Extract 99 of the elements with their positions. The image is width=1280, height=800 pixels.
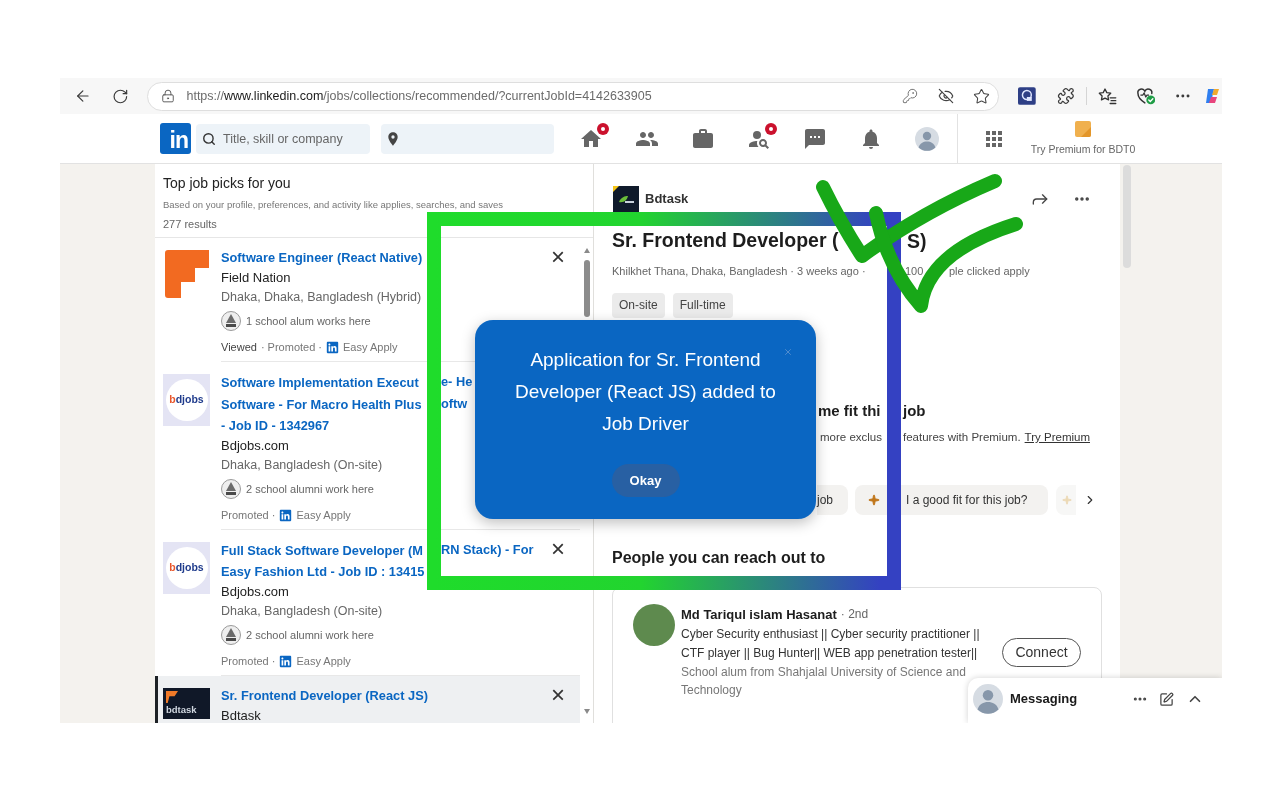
school-logo-icon	[221, 625, 241, 645]
suggestion-chip[interactable]: job	[817, 485, 848, 516]
section-heading: job	[903, 401, 926, 421]
scrollbar-thumb[interactable]	[583, 260, 590, 317]
job-title-link[interactable]: e- He	[441, 372, 473, 392]
job-title-link[interactable]: oftw	[441, 394, 468, 414]
section-heading: People you can reach out to	[612, 549, 827, 568]
viewed-label: Viewed	[221, 339, 257, 355]
premium-text: more exclus	[820, 431, 882, 443]
address-bar[interactable]: https://www.linkedin.com/jobs/collections/recommended/?currentJobId=4142633905	[147, 81, 1000, 111]
job-title: Sr. Frontend Developer (	[612, 228, 839, 251]
job-title-link[interactable]: Software Engineer (React Native)	[221, 248, 423, 268]
sparkle-icon	[1062, 495, 1072, 506]
scroll-up-icon[interactable]	[583, 248, 590, 253]
key-icon[interactable]	[902, 88, 919, 104]
school-logo-icon	[221, 479, 241, 499]
suggestion-chip[interactable]: I a good fit for this job?	[855, 485, 1048, 516]
briefcase-icon[interactable]	[691, 126, 715, 151]
list-subtitle: Based on your profile, preferences, and activity like applies, searches, and saves	[163, 198, 505, 212]
messaging-label[interactable]: Messaging	[1010, 689, 1078, 709]
sparkle-icon	[868, 494, 880, 507]
job-meta-text: ple clicked apply	[949, 264, 1030, 279]
close-x[interactable]: ×	[548, 685, 568, 705]
job-title-link[interactable]: - Job ID - 1342967	[221, 416, 330, 436]
results-count: 277 results	[163, 217, 218, 231]
location-field[interactable]	[381, 123, 554, 154]
premium-link[interactable]: Try Premium for BDT0	[1028, 121, 1138, 156]
job-location: Dhaka, Bangladesh (On-site)	[221, 457, 384, 474]
alumni-text: 1 school alum works here	[246, 313, 371, 329]
search-icon	[202, 131, 216, 146]
job-title-link[interactable]: RN Stack) - For	[441, 540, 534, 560]
company-name: Bdjobs.com	[221, 438, 290, 454]
person-headline: Cyber Security enthusiast || Cyber security practitioner || CTF player || Bug Hunter|| WEB app penetration tester||	[681, 626, 981, 663]
list-heading: Top job picks for you	[163, 174, 292, 193]
job-location: Dhaka, Bangladesh (On-site)	[221, 603, 384, 620]
reload-icon[interactable]	[111, 87, 129, 105]
easy-apply-label: Easy Apply	[296, 507, 351, 523]
colorful-app-icon[interactable]	[1204, 87, 1222, 105]
in-logo-icon	[279, 654, 293, 668]
job-title-link[interactable]: Software - For Macro Health Plus	[221, 397, 422, 412]
job-title: S)	[907, 230, 927, 252]
location-pin-icon	[385, 130, 401, 147]
search-field[interactable]: Title, skill or company	[196, 123, 370, 154]
section-heading: me fit thi	[818, 402, 881, 419]
dialog-message: Application for Sr. Frontend Developer (React JS) added to Job Driver	[514, 348, 777, 436]
job-title-link[interactable]: Sr. Frontend Developer (React JS)	[221, 686, 428, 706]
company-logo-icon	[165, 250, 209, 298]
try-premium-link[interactable]: Try Premium	[1024, 429, 1090, 447]
school-logo-icon	[221, 311, 241, 331]
scrollbar-thumb[interactable]	[1123, 165, 1131, 268]
company-name: Bdtask	[221, 708, 262, 723]
promoted-label: · Promoted ·	[260, 339, 323, 355]
close-x[interactable]: ×	[548, 539, 568, 559]
company-logo: bdjobs	[163, 374, 210, 426]
heart-check-icon[interactable]	[1135, 87, 1156, 105]
alumni-text: 2 school alumni work here	[246, 481, 374, 497]
person-school: School alum from Shahjalal University of Science and Technology	[681, 664, 967, 700]
job-title-link[interactable]: Software Implementation Execut	[221, 375, 419, 390]
company-logo: bdjobs	[163, 542, 210, 594]
promoted-label: Promoted ·	[221, 507, 276, 523]
close-x[interactable]: ×	[548, 247, 568, 267]
company-logo: bdtask	[163, 688, 210, 719]
company-name: Field Nation	[221, 270, 292, 286]
chat-bubble-icon[interactable]	[803, 126, 827, 151]
job-location: Dhaka, Dhaka, Bangladesh (Hybrid)	[221, 289, 423, 306]
company-name: Bdtask	[645, 190, 689, 209]
job-title-link[interactable]: Full Stack Software Developer (M	[221, 543, 423, 558]
easy-apply-label: Easy Apply	[296, 653, 351, 669]
company-name: Bdjobs.com	[221, 584, 290, 600]
job-tag: Full-time	[672, 293, 733, 318]
job-card[interactable]: bdtask Sr. Frontend Developer (React JS) Bdtask ×	[155, 676, 580, 723]
avatar-icon	[973, 684, 1003, 714]
favorites-icon[interactable]	[1097, 87, 1117, 105]
in-logo-icon	[279, 508, 293, 522]
avatar-icon[interactable]	[915, 126, 939, 151]
extension-icon[interactable]	[1018, 87, 1037, 105]
job-meta-text: 100	[905, 265, 924, 277]
easy-apply-label: Easy Apply	[343, 339, 398, 355]
person-name[interactable]: Md Tariqul islam Hasanat	[681, 604, 837, 624]
connection-degree: · 2nd	[840, 606, 869, 624]
company-logo-icon	[613, 186, 639, 212]
url-text: https://www.linkedin.com/jobs/collections/recommended/?currentJobId=4142633905	[186, 87, 652, 105]
alumni-text: 2 school alumni work here	[246, 627, 374, 643]
star-icon[interactable]	[973, 87, 991, 105]
puzzle-icon[interactable]	[1057, 87, 1075, 105]
premium-text: features with Premium.	[903, 430, 1021, 445]
profile-photo	[633, 604, 675, 647]
promoted-label: Promoted ·	[221, 653, 276, 669]
scroll-down-icon[interactable]	[583, 709, 590, 714]
eye-off-icon[interactable]	[938, 88, 955, 104]
job-tag: On-site	[612, 293, 665, 318]
premium-icon	[1075, 121, 1091, 137]
okay-button[interactable]: Okay	[611, 464, 680, 497]
site-logo[interactable]: in	[160, 123, 191, 154]
job-title-link[interactable]: Easy Fashion Ltd - Job ID : 13415	[221, 562, 425, 582]
in-logo-icon	[326, 340, 340, 354]
compose-icon[interactable]	[1159, 691, 1174, 707]
job-meta-text: Khilkhet Thana, Dhaka, Bangladesh · 3 weeks ago ·	[612, 265, 866, 277]
lock-icon[interactable]	[161, 89, 176, 103]
